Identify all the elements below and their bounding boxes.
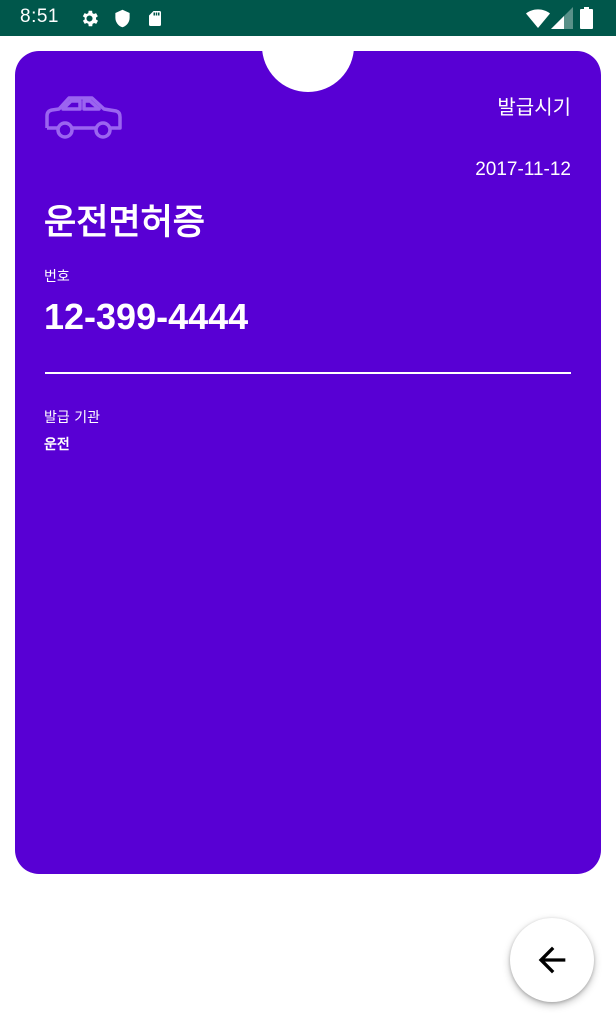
- divider: [45, 372, 571, 374]
- sd-card-icon: [149, 11, 161, 26]
- wifi-icon: [526, 9, 550, 28]
- license-number-label: 번호: [44, 269, 70, 285]
- cell-signal-icon: [551, 7, 573, 29]
- status-bar: 8:51: [0, 0, 616, 36]
- shield-icon: [115, 9, 130, 28]
- back-arrow-icon: [538, 946, 566, 974]
- gear-icon: [82, 10, 98, 27]
- card-title: 운전면허증: [44, 203, 206, 243]
- battery-icon: [580, 7, 593, 29]
- status-time: 8:51: [20, 6, 59, 27]
- license-card[interactable]: 발급시기 2017-11-12 운전면허증 번호 12-399-4444 발급 …: [15, 51, 601, 874]
- issuer-label: 발급 기관: [44, 410, 100, 426]
- issue-date: 2017-11-12: [475, 159, 571, 180]
- issuer-value: 운전: [44, 437, 70, 453]
- back-button[interactable]: [510, 918, 594, 1002]
- card-punch-hole: [262, 51, 354, 92]
- issue-time-label: 발급시기: [497, 95, 571, 119]
- car-icon: [45, 96, 122, 139]
- license-number-value: 12-399-4444: [44, 296, 249, 337]
